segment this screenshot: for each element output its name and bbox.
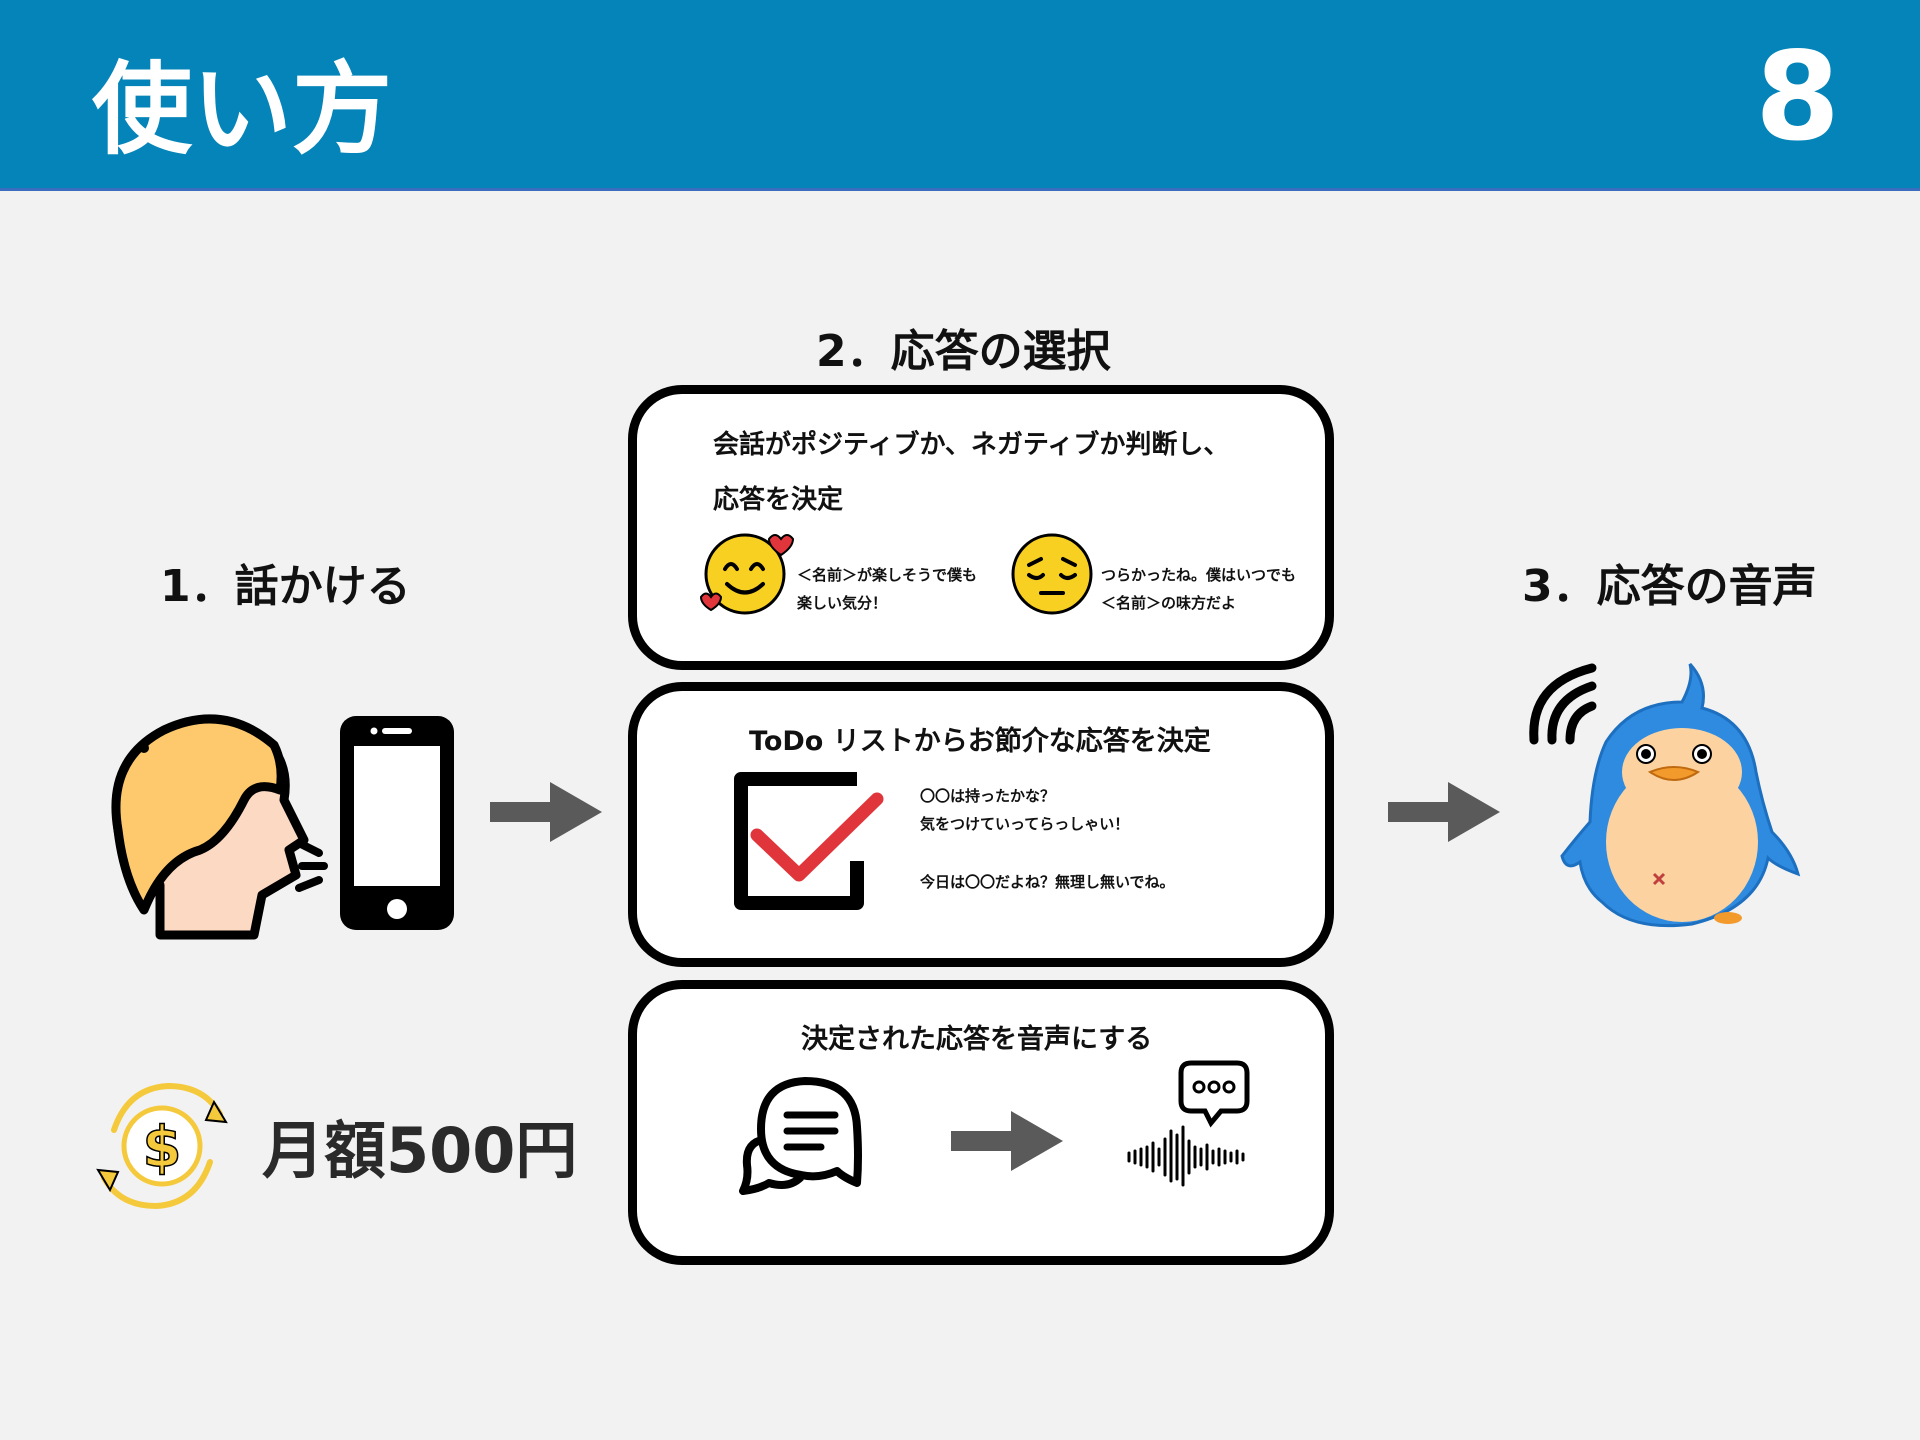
monthly-price: 月額500円 xyxy=(262,1114,578,1187)
box1-line1: 会話がポジティブか、ネガティブか判断し、 xyxy=(713,430,1230,460)
voice-waveform-icon xyxy=(1127,1060,1250,1187)
box1-line2: 応答を決定 xyxy=(713,485,844,515)
step1-label: 1．話かける xyxy=(160,561,411,612)
todo-line1: 〇〇は持ったかな？ xyxy=(920,787,1056,805)
negative-line2: ＜名前＞の味方だよ xyxy=(1101,594,1237,612)
arrow-right-icon xyxy=(490,782,602,842)
todo-line2: 気をつけていってらっしゃい！ xyxy=(920,815,1130,833)
todo-box: ToDo リストからお節介な応答を決定 〇〇は持ったかな？ 気をつけていってらっ… xyxy=(628,682,1334,967)
step3-label: 3．応答の音声 xyxy=(1522,561,1817,612)
header-bar: 使い方 8 xyxy=(0,0,1920,191)
speech-synthesis-box: 決定された応答を音声にする xyxy=(628,980,1334,1265)
box2-title: ToDo リストからお節介な応答を決定 xyxy=(749,726,1211,757)
page-title: 使い方 xyxy=(92,51,392,168)
box3-title: 決定された応答を音声にする xyxy=(801,1024,1153,1055)
step2-label: 2．応答の選択 xyxy=(816,326,1111,377)
sound-waves-icon xyxy=(295,839,328,892)
arrow-right-icon xyxy=(1388,782,1500,842)
pensive-face-icon xyxy=(1011,533,1093,615)
negative-line1: つらかったね。僕はいつでも xyxy=(1101,566,1297,584)
positive-line1: ＜名前＞が楽しそうで僕も xyxy=(797,566,978,584)
chat-bubbles-icon xyxy=(739,1077,862,1195)
arrow-right-icon xyxy=(951,1111,1063,1171)
penguin-character-image xyxy=(1560,662,1801,928)
positive-line2: 楽しい気分！ xyxy=(797,594,888,612)
checkbox-checked-icon xyxy=(734,772,884,910)
smiling-face-hearts-icon xyxy=(699,533,795,615)
page-number: 8 xyxy=(1755,26,1840,168)
recurring-payment-icon: $ xyxy=(96,1082,228,1210)
svg-text:$: $ xyxy=(143,1115,182,1180)
sentiment-box: 会話がポジティブか、ネガティブか判断し、 応答を決定 ＜名前＞が楽しそうで僕も … xyxy=(628,385,1334,670)
smartphone-icon xyxy=(340,716,454,930)
person-speaking-icon xyxy=(111,714,309,940)
todo-line3: 今日は〇〇だよね？無理し無いでね。 xyxy=(920,873,1175,891)
